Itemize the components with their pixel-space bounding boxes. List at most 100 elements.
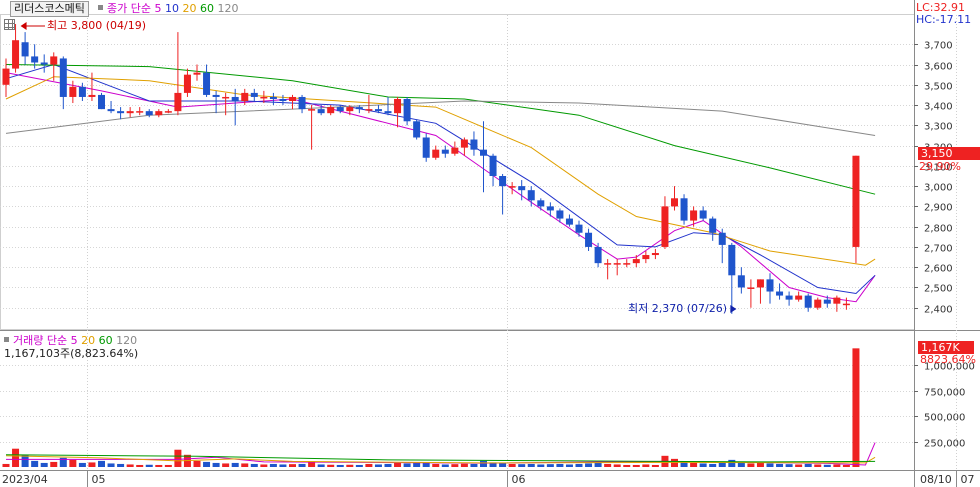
volume-bar bbox=[403, 463, 411, 467]
volume-bar bbox=[575, 463, 583, 467]
candle-body bbox=[365, 109, 373, 111]
volume-bar bbox=[728, 459, 736, 467]
price-tick-label: 2,600 bbox=[924, 264, 953, 275]
candle-body bbox=[69, 86, 77, 97]
volume-readout: 1,167,103주(8,823.64%) bbox=[4, 347, 139, 360]
candle-body bbox=[164, 111, 172, 113]
candle-body bbox=[394, 98, 402, 114]
low-annotation: 최저 2,370 (07/26) bbox=[628, 302, 728, 315]
volume-bar bbox=[317, 464, 325, 467]
indicator-bullet-icon bbox=[98, 5, 103, 10]
volume-bar bbox=[203, 461, 211, 467]
candle-body bbox=[480, 149, 487, 156]
volume-bar bbox=[432, 463, 440, 467]
candle-body bbox=[50, 56, 58, 65]
volume-bar bbox=[699, 463, 707, 467]
volume-bar bbox=[365, 463, 373, 467]
candle-body bbox=[289, 96, 296, 102]
candle-body bbox=[546, 206, 554, 211]
volume-bar bbox=[98, 460, 105, 467]
price-tick-label: 3,500 bbox=[924, 82, 953, 93]
volume-legend[interactable]: 거래량 단순 5 20 60 120 bbox=[13, 334, 137, 347]
candle-body bbox=[231, 96, 239, 102]
candle-body bbox=[460, 139, 468, 148]
volume-bar bbox=[441, 464, 449, 467]
candle-body bbox=[260, 96, 268, 99]
price-tick-label: 2,800 bbox=[924, 224, 953, 235]
time-tick-label: 08/10 bbox=[920, 473, 952, 486]
candle-body bbox=[212, 94, 220, 97]
volume-bar bbox=[632, 464, 640, 467]
low-arrow-icon bbox=[730, 305, 737, 313]
candle-body bbox=[2, 68, 10, 85]
volume-bar bbox=[766, 463, 774, 467]
volume-legend-title: 거래량 bbox=[13, 334, 44, 347]
candle-body bbox=[661, 206, 669, 247]
volume-tick-label: 750,000 bbox=[924, 388, 965, 399]
candle-body bbox=[308, 109, 316, 111]
volume-legend-period: 60 bbox=[95, 334, 113, 347]
candle-body bbox=[728, 244, 736, 276]
price-pane-frame bbox=[0, 14, 915, 330]
candle-body bbox=[355, 107, 363, 110]
candle-body bbox=[470, 139, 478, 150]
high-arrow-icon bbox=[20, 22, 27, 30]
volume-bar bbox=[40, 462, 48, 467]
last-price-change: 29.90% bbox=[919, 160, 961, 173]
candle-body bbox=[842, 303, 850, 306]
volume-bar bbox=[537, 464, 545, 467]
volume-bar bbox=[88, 462, 96, 467]
volume-bar bbox=[346, 464, 354, 467]
candle-body bbox=[451, 147, 459, 154]
candle-body bbox=[203, 72, 211, 95]
price-tick-label: 3,000 bbox=[924, 183, 953, 194]
last-volume-change: 8823.64% bbox=[920, 353, 976, 366]
volume-bar bbox=[804, 463, 812, 467]
volume-bar bbox=[126, 464, 134, 467]
volume-bar bbox=[50, 461, 58, 467]
candle-body bbox=[623, 263, 631, 265]
candle-body bbox=[88, 94, 96, 97]
volume-bar bbox=[250, 463, 258, 467]
candle-body bbox=[709, 218, 717, 233]
candle-body bbox=[374, 109, 382, 112]
volume-bar bbox=[508, 463, 516, 467]
time-tick-label: 06 bbox=[512, 473, 526, 486]
candle-body bbox=[155, 111, 163, 116]
volume-bar bbox=[499, 462, 507, 467]
ma-line-60 bbox=[5, 64, 876, 195]
volume-bar bbox=[480, 460, 487, 467]
candle-body bbox=[537, 200, 545, 207]
volume-bar bbox=[594, 462, 602, 467]
ma-legend-period: 10 bbox=[161, 2, 179, 15]
volume-bar bbox=[460, 463, 468, 467]
volume-bar bbox=[355, 464, 363, 467]
candle-body bbox=[604, 263, 612, 265]
candle-body bbox=[21, 42, 29, 57]
ticker-name[interactable]: 리더스코스메틱 bbox=[10, 1, 89, 17]
grid-icon[interactable] bbox=[4, 19, 15, 30]
candle-body bbox=[327, 107, 335, 114]
candle-body bbox=[585, 232, 593, 247]
time-tick-label: 07 bbox=[961, 473, 975, 486]
volume-legend-periods: 5 20 60 120 bbox=[71, 334, 138, 347]
volume-bar bbox=[556, 463, 564, 467]
candle-body bbox=[852, 155, 860, 247]
candle-body bbox=[413, 121, 421, 138]
volume-bar bbox=[155, 464, 163, 467]
volume-bar bbox=[776, 463, 784, 467]
candle-body bbox=[346, 107, 354, 112]
ma-legend[interactable]: 종가 단순 5 10 20 60 120 bbox=[107, 2, 238, 15]
candle-body bbox=[279, 98, 287, 102]
candle-body bbox=[193, 72, 201, 75]
ma-legend-period: 20 bbox=[178, 2, 197, 15]
volume-bar bbox=[31, 460, 39, 467]
price-tick-label: 3,300 bbox=[924, 122, 953, 133]
hc-readout: HC:-17.11 bbox=[916, 13, 972, 26]
volume-bar bbox=[241, 463, 249, 467]
candle-body bbox=[795, 295, 803, 300]
candle-body bbox=[565, 218, 573, 225]
candle-body bbox=[317, 109, 325, 114]
price-tick-label: 3,400 bbox=[924, 102, 953, 113]
price-tick-label: 3,700 bbox=[924, 41, 953, 52]
